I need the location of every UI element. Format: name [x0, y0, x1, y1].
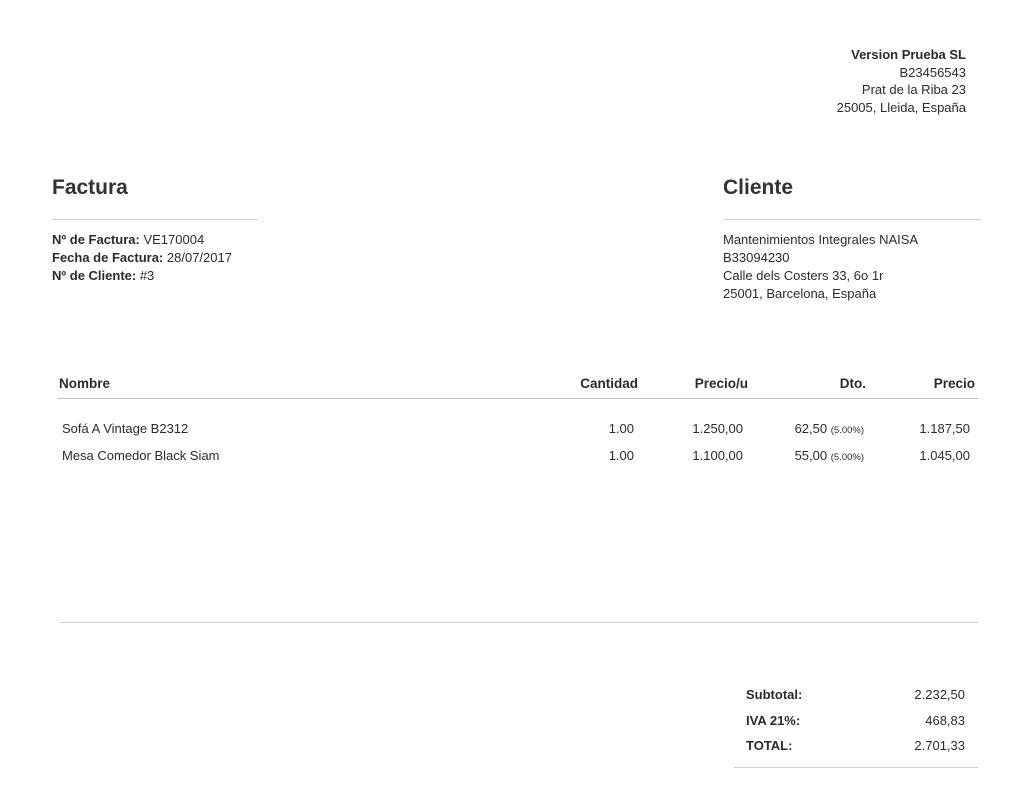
invoice-date-line: Fecha de Factura: 28/07/2017: [52, 249, 232, 267]
invoice-date: 28/07/2017: [166, 250, 232, 265]
table-row-2-name: Mesa Comedor Black Siam: [62, 448, 220, 463]
company-city: 25005, Lleida, España: [836, 99, 966, 115]
client-details: Mantenimientos Integrales NAISA B3309423…: [723, 231, 918, 303]
total-label: TOTAL:: [746, 738, 793, 753]
table-row-2-discount: 55,00 (5.00%): [744, 448, 864, 463]
client-title: Cliente: [723, 176, 794, 199]
col-header-qty: Cantidad: [580, 376, 638, 391]
table-row-1-discount: 62,50 (5.00%): [744, 421, 864, 436]
client-tax-id: B33094230: [723, 250, 790, 265]
tax-value: 468,83: [925, 713, 965, 728]
invoice-number: VE170004: [143, 232, 205, 247]
client-number: #3: [139, 268, 155, 283]
table-row-2-qty: 1.00: [608, 448, 634, 463]
table-header-divider: [57, 398, 978, 399]
invoice-title: Factura: [52, 176, 128, 199]
company-info: Version Prueba SL B23456543 Prat de la R…: [837, 46, 966, 116]
table-row-1-name: Sofá A Vintage B2312: [62, 421, 189, 436]
table-row-2-discount-pct: (5.00%): [830, 452, 864, 463]
totals-divider: [734, 767, 978, 768]
table-row-2-unit-price: 1.100,00: [692, 448, 743, 463]
total-value: 2.701,33: [914, 738, 965, 753]
company-tax-id: B23456543: [899, 64, 966, 80]
subtotal-value: 2.232,50: [914, 687, 965, 702]
col-header-price: Precio: [933, 376, 975, 391]
subtotal-label: Subtotal:: [746, 687, 803, 702]
invoice-number-line: Nº de Factura: VE170004: [52, 231, 232, 249]
table-row-1-price: 1.187,50: [919, 421, 970, 436]
col-header-name: Nombre: [59, 376, 111, 391]
table-row-2-discount-amount: 55,00: [794, 448, 828, 463]
client-title-divider: [723, 219, 982, 220]
client-number-label: Nº de Cliente:: [52, 268, 137, 283]
table-row-2-price: 1.045,00: [919, 448, 970, 463]
client-city: 25001, Barcelona, España: [723, 286, 877, 301]
table-bottom-divider: [60, 622, 978, 623]
col-header-unit-price: Precio/u: [694, 376, 748, 391]
invoice-date-label: Fecha de Factura:: [52, 250, 164, 265]
invoice-number-label: Nº de Factura:: [52, 232, 140, 247]
table-row-1-discount-amount: 62,50: [794, 421, 828, 436]
invoice-title-divider: [52, 219, 258, 220]
col-header-discount: Dto.: [839, 376, 866, 391]
tax-label: IVA 21%:: [746, 713, 801, 728]
client-name: Mantenimientos Integrales NAISA: [723, 232, 919, 247]
company-address: Prat de la Riba 23: [861, 82, 966, 97]
table-row-1-discount-pct: (5.00%): [830, 425, 864, 436]
client-address: Calle dels Costers 33, 6o 1r: [723, 268, 884, 283]
client-number-line: Nº de Cliente: #3: [52, 267, 232, 285]
company-name: Version Prueba SL: [851, 47, 966, 62]
table-row-1-qty: 1.00: [608, 421, 634, 436]
invoice-details: Nº de Factura: VE170004 Fecha de Factura…: [52, 231, 232, 285]
table-row-1-unit-price: 1.250,00: [692, 421, 743, 436]
